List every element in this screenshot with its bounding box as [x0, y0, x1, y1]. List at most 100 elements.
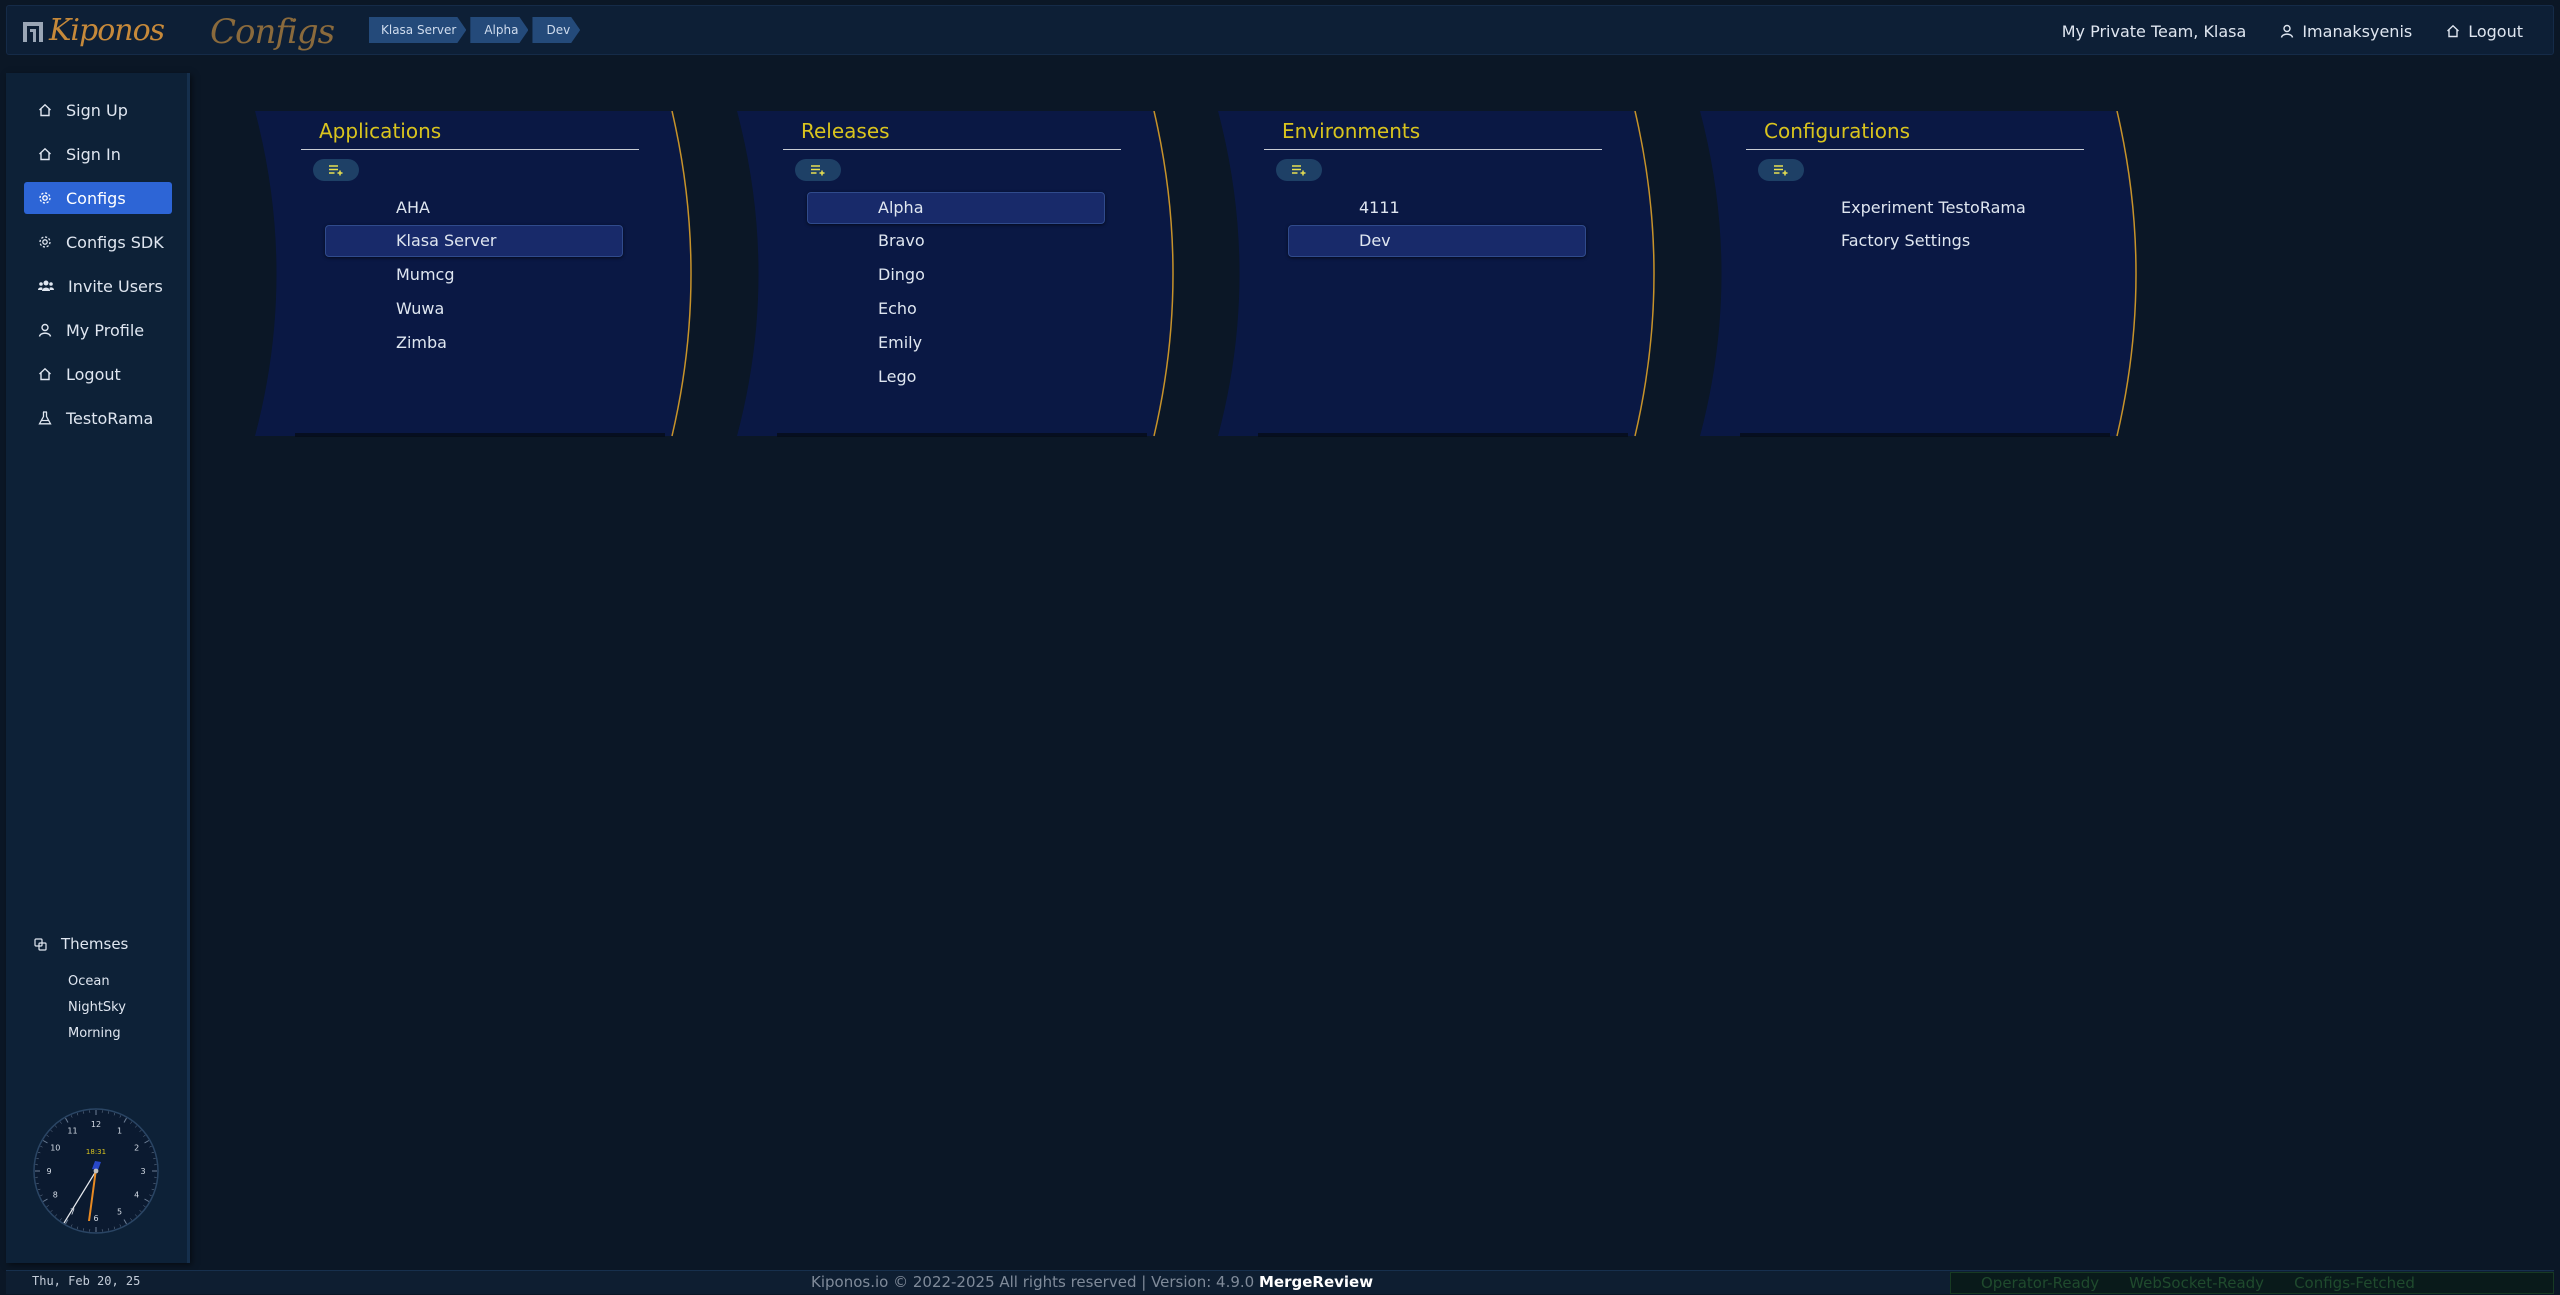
- logo[interactable]: Kiponos: [21, 13, 165, 48]
- panel-title: Releases: [801, 119, 890, 143]
- panel-title: Configurations: [1764, 119, 1911, 143]
- clock-number: 3: [140, 1167, 145, 1176]
- gear-icon: [39, 236, 51, 248]
- top-bar: Kiponos Configs Klasa Server Alpha Dev M…: [6, 5, 2554, 55]
- status-operator: Operator-Ready: [1981, 1274, 2100, 1292]
- list-item[interactable]: Mumcg: [325, 259, 623, 291]
- list-item[interactable]: 4111: [1288, 192, 1586, 224]
- list-item[interactable]: Lego: [807, 361, 1105, 393]
- clock-number: 1: [117, 1126, 122, 1135]
- users-icon: [38, 280, 54, 291]
- sidebar: Sign Up Sign In Configs Configs SDK Invi…: [6, 73, 190, 1263]
- sidebar-item-configs[interactable]: Configs: [24, 182, 172, 214]
- team-label: My Private Team, Klasa: [2061, 21, 2247, 41]
- themes-label: Themses: [61, 935, 129, 953]
- breadcrumb-item-application[interactable]: Klasa Server: [369, 17, 466, 43]
- footer-copyright: Kiponos.io © 2022-2025 All rights reserv…: [811, 1273, 1373, 1291]
- sidebar-item-testorama[interactable]: TestoRama: [24, 402, 172, 434]
- themes-heading: Themses: [34, 935, 128, 953]
- sidebar-item-label: Sign Up: [66, 100, 128, 120]
- home-icon: [39, 103, 51, 117]
- releases-panel: Releases Alpha Bravo Dingo Echo Emily Le…: [732, 111, 1187, 437]
- analog-clock: 121234567891011 18:31: [33, 1108, 159, 1234]
- user-name: Imanaksyenis: [2302, 21, 2413, 41]
- list-item[interactable]: Dev: [1288, 225, 1586, 257]
- breadcrumb: Klasa Server Alpha Dev: [369, 17, 584, 43]
- sidebar-item-label: Configs: [66, 188, 126, 208]
- user-icon: [2281, 24, 2294, 38]
- logout-link[interactable]: Logout: [2446, 22, 2523, 41]
- app-title: Configs: [210, 12, 335, 52]
- sidebar-item-label: Logout: [66, 364, 121, 384]
- panel-title: Applications: [319, 119, 442, 143]
- clock-number: 11: [67, 1126, 77, 1135]
- kiponos-logo-icon: [21, 18, 45, 44]
- add-release-button[interactable]: [795, 159, 841, 181]
- sidebar-item-label: Sign In: [66, 144, 121, 164]
- clock-number: 8: [53, 1191, 58, 1200]
- sidebar-item-sign-up[interactable]: Sign Up: [24, 94, 172, 126]
- clock-number: 5: [117, 1208, 122, 1217]
- sidebar-item-label: My Profile: [66, 320, 145, 340]
- logout-label: Logout: [2468, 21, 2523, 41]
- theme-option-ocean[interactable]: Ocean: [68, 974, 110, 989]
- clock-number: 6: [93, 1214, 98, 1223]
- user-icon: [38, 323, 52, 337]
- theme-option-nightsky[interactable]: NightSky: [68, 1000, 126, 1015]
- environments-panel: Environments 4111 Dev: [1213, 111, 1668, 437]
- configurations-panel: Configurations Experiment TestoRama Fact…: [1695, 111, 2150, 437]
- theme-option-morning[interactable]: Morning: [68, 1026, 121, 1041]
- applications-panel: Applications AHA Klasa Server Mumcg Wuwa…: [250, 111, 705, 437]
- copyright-text: Kiponos.io © 2022-2025 All rights reserv…: [811, 1273, 1255, 1291]
- list-item[interactable]: Experiment TestoRama: [1770, 192, 2068, 224]
- playlist-add-icon: [1774, 165, 1788, 176]
- playlist-add-icon: [329, 165, 343, 176]
- sidebar-item-label: Configs SDK: [66, 232, 164, 252]
- list-item[interactable]: Dingo: [807, 259, 1105, 291]
- list-item[interactable]: Zimba: [325, 327, 623, 359]
- clock-number: 12: [91, 1120, 101, 1129]
- list-item[interactable]: Klasa Server: [325, 225, 623, 257]
- breadcrumb-item-release[interactable]: Alpha: [470, 17, 528, 43]
- playlist-add-icon: [811, 165, 825, 176]
- status-bar: Operator-Ready WebSocket-Ready Configs-F…: [1950, 1272, 2554, 1294]
- home-icon: [39, 147, 51, 161]
- footer-date: Thu, Feb 20, 25: [32, 1274, 141, 1288]
- sidebar-item-configs-sdk[interactable]: Configs SDK: [24, 226, 172, 258]
- clock-number: 4: [134, 1191, 139, 1200]
- list-item[interactable]: Bravo: [807, 225, 1105, 257]
- clock-number: 2: [134, 1144, 139, 1153]
- list-item[interactable]: Wuwa: [325, 293, 623, 325]
- status-websocket: WebSocket-Ready: [2129, 1274, 2265, 1292]
- status-configs: Configs-Fetched: [2294, 1274, 2415, 1292]
- clock-number: 9: [46, 1167, 51, 1176]
- add-application-button[interactable]: [313, 159, 359, 181]
- panel-title: Environments: [1282, 119, 1421, 143]
- add-configuration-button[interactable]: [1758, 159, 1804, 181]
- sidebar-item-label: TestoRama: [66, 408, 154, 428]
- home-icon: [2447, 24, 2460, 38]
- list-item[interactable]: AHA: [325, 192, 623, 224]
- sidebar-item-logout[interactable]: Logout: [24, 358, 172, 390]
- sidebar-item-invite-users[interactable]: Invite Users: [24, 270, 172, 302]
- list-item[interactable]: Factory Settings: [1770, 225, 2068, 257]
- list-item[interactable]: Echo: [807, 293, 1105, 325]
- build-name: MergeReview: [1259, 1273, 1374, 1291]
- breadcrumb-item-environment[interactable]: Dev: [532, 17, 580, 43]
- playlist-add-icon: [1292, 165, 1306, 176]
- user-menu[interactable]: Imanaksyenis: [2280, 22, 2412, 41]
- sidebar-item-my-profile[interactable]: My Profile: [24, 314, 172, 346]
- add-environment-button[interactable]: [1276, 159, 1322, 181]
- footer: Thu, Feb 20, 25 Kiponos.io © 2022-2025 A…: [6, 1270, 2554, 1294]
- home-icon: [39, 367, 51, 381]
- list-item[interactable]: Alpha: [807, 192, 1105, 224]
- team-selector[interactable]: My Private Team, Klasa: [2062, 22, 2247, 41]
- flask-icon: [38, 411, 52, 425]
- gear-icon: [39, 192, 51, 204]
- sidebar-item-sign-in[interactable]: Sign In: [24, 138, 172, 170]
- sidebar-item-label: Invite Users: [68, 276, 163, 296]
- logo-text: Kiponos: [49, 13, 165, 48]
- clock-number: 10: [50, 1144, 60, 1153]
- clock-digital-time: 18:31: [86, 1148, 106, 1156]
- list-item[interactable]: Emily: [807, 327, 1105, 359]
